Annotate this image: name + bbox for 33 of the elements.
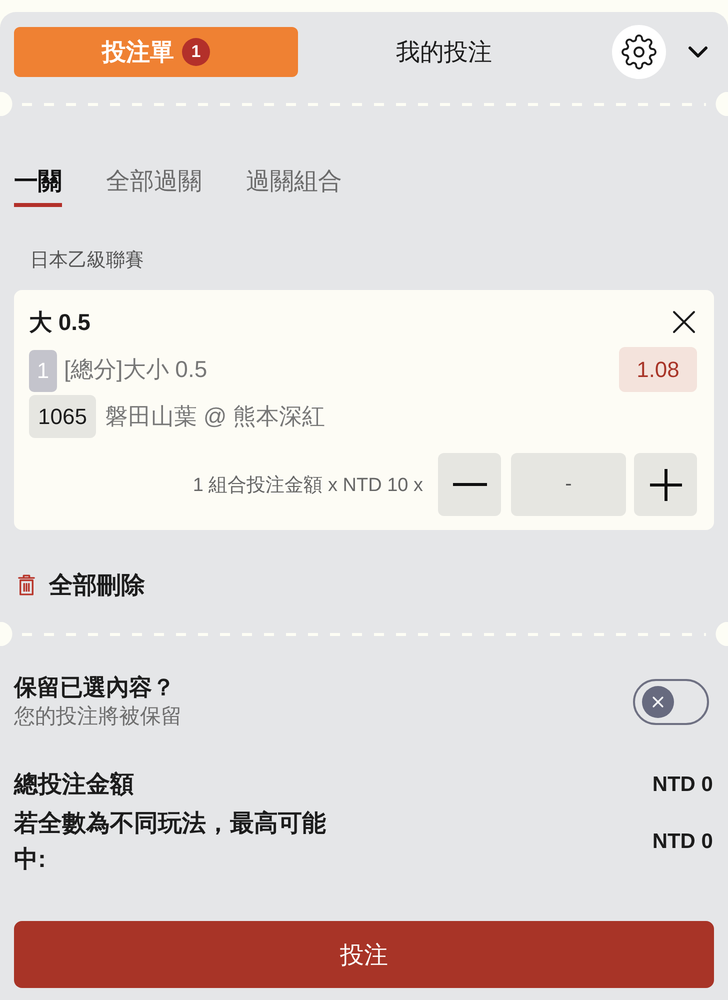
plus-icon [650, 468, 682, 500]
summary-label: 若全數為不同玩法，最高可能中: [14, 809, 327, 875]
keep-selections-toggle[interactable] [633, 678, 709, 724]
bet-type-tab[interactable]: 過關組合 [246, 166, 342, 207]
keep-selections-subtitle: 您的投注將被保留 [14, 704, 182, 730]
decrement-button[interactable] [438, 453, 501, 516]
match-code-badge: 1065 [29, 395, 96, 438]
odds-value: 1.08 [619, 347, 697, 392]
league-name: 日本乙級聯賽 [30, 249, 144, 273]
selection-title: 大 0.5 [29, 308, 90, 337]
chevron-down-icon[interactable] [688, 46, 708, 58]
bet-type-tab[interactable]: 全部過關 [106, 166, 202, 207]
place-bet-button[interactable]: 投注 [14, 921, 714, 988]
match-text: 磐田山葉 @ 熊本深紅 [104, 402, 326, 431]
toggle-knob-icon [642, 686, 674, 718]
close-icon[interactable] [672, 310, 696, 334]
header-tab[interactable]: 投注單 1 [14, 27, 298, 77]
settings-icon [621, 34, 657, 70]
trash-icon [18, 573, 35, 597]
summary-value: NTD 0 [652, 773, 713, 797]
keep-selections-title: 保留已選內容？ [14, 673, 175, 702]
header-tab[interactable]: 我的投注 [298, 27, 590, 77]
market-text: [總分]大小 0.5 [64, 355, 208, 384]
delete-all-button[interactable]: 全部刪除 [18, 569, 145, 601]
summary-value: NTD 0 [652, 830, 713, 854]
increment-button[interactable] [634, 453, 697, 516]
minus-icon [452, 483, 486, 486]
stake-input[interactable]: - [511, 453, 626, 516]
summary-label: 總投注金額 [14, 770, 134, 800]
bet-type-tab[interactable]: 一關 [14, 166, 62, 207]
count-badge: 1 [182, 38, 210, 66]
stake-label: 1 組合投注金額 x NTD 10 x [192, 474, 423, 498]
leg-number-badge: 1 [29, 350, 57, 392]
